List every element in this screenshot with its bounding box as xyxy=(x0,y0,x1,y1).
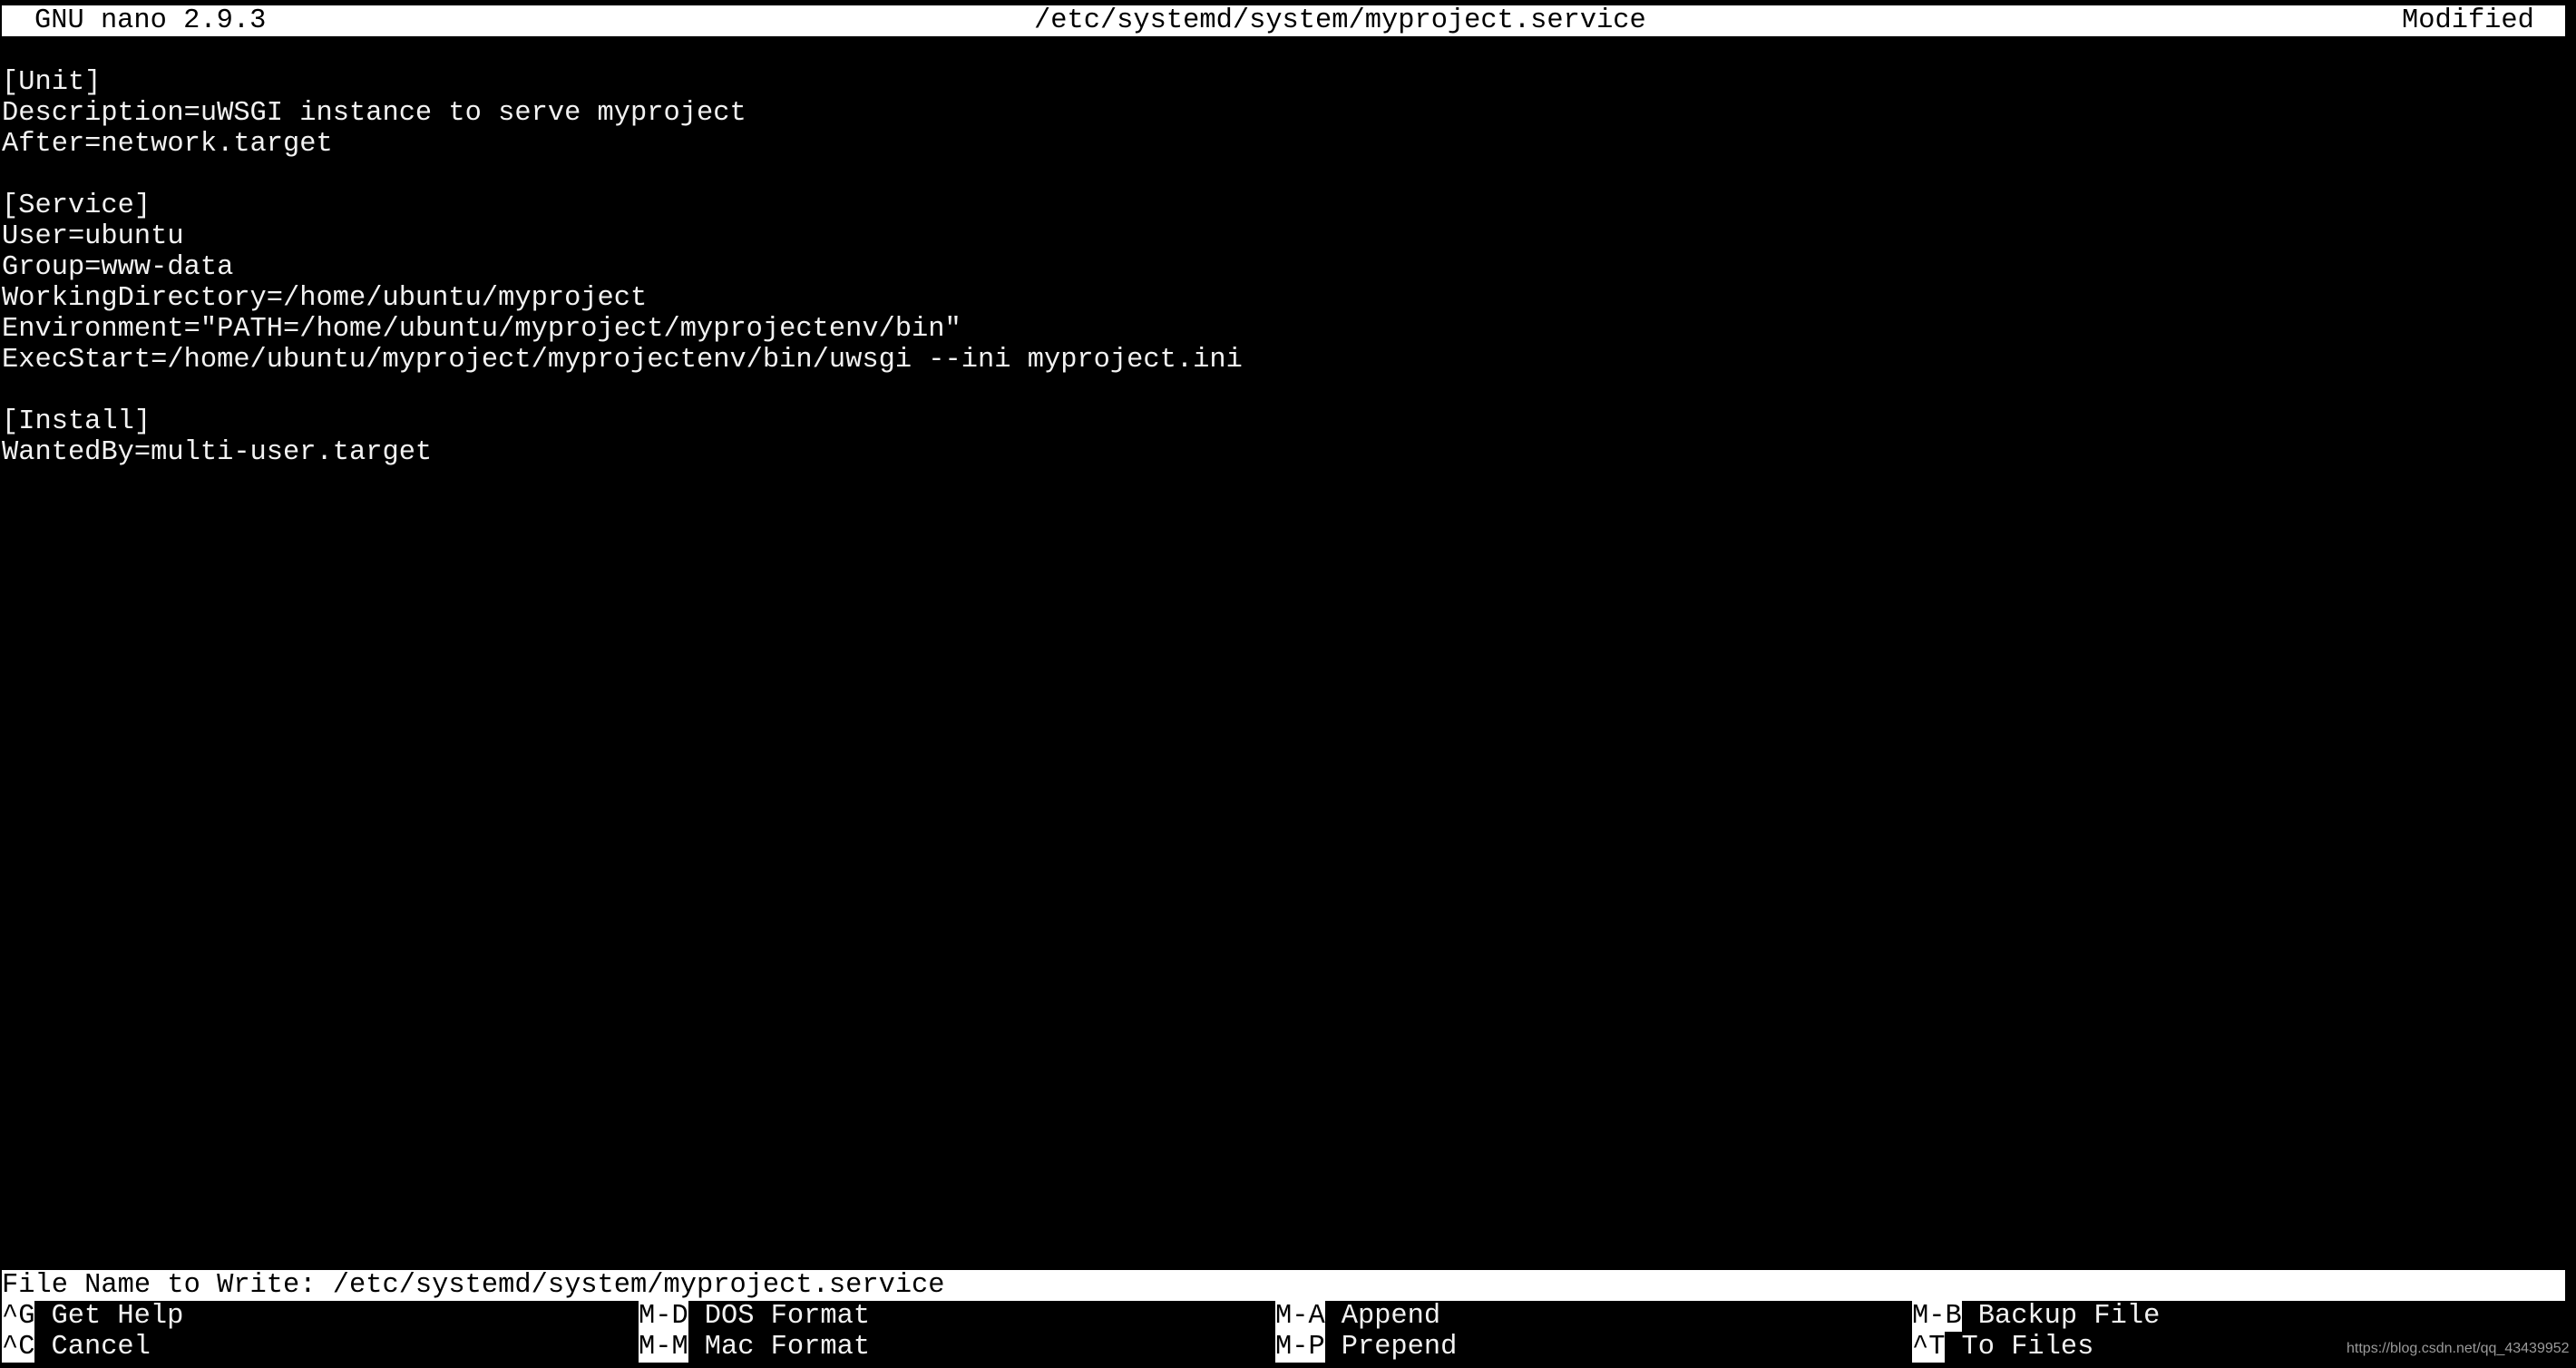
prompt-label: File Name to Write: xyxy=(2,1270,333,1301)
shortcut-backup-file[interactable]: M-B Backup File xyxy=(1912,1301,2160,1332)
editor-line[interactable]: [Unit] xyxy=(0,67,2576,98)
editor-line[interactable]: WantedBy=multi-user.target xyxy=(0,437,2576,468)
shortcut-label: Mac Format xyxy=(704,1332,871,1363)
editor-line[interactable]: WorkingDirectory=/home/ubuntu/myproject xyxy=(0,283,2576,314)
shortcut-label: DOS Format xyxy=(704,1301,871,1332)
watermark: https://blog.csdn.net/qq_43439952 xyxy=(2347,1341,2570,1356)
shortcut-prepend[interactable]: M-P Prepend xyxy=(1275,1332,1457,1363)
filename-prompt[interactable]: File Name to Write: /etc/systemd/system/… xyxy=(2,1270,2565,1301)
editor-line[interactable]: [Install] xyxy=(0,406,2576,437)
modified-indicator: Modified xyxy=(2402,5,2534,36)
file-path: /etc/systemd/system/myproject.service xyxy=(1034,5,1646,36)
shortcut-label: To Files xyxy=(1961,1332,2094,1363)
shortcut-key: ^G xyxy=(2,1301,35,1332)
shortcut-row: ^G Get Help M-D DOS Format M-A Append M-B Ba… xyxy=(0,1301,2576,1332)
shortcut-label: Prepend xyxy=(1341,1332,1458,1363)
shortcut-to-files[interactable]: ^T To Files xyxy=(1912,1332,2093,1363)
editor-line[interactable] xyxy=(0,160,2576,191)
editor-line[interactable]: ExecStart=/home/ubuntu/myproject/myproje… xyxy=(0,345,2576,376)
shortcut-dos-format[interactable]: M-D DOS Format xyxy=(639,1301,870,1332)
shortcut-label: Append xyxy=(1341,1301,1441,1332)
shortcut-key: ^C xyxy=(2,1332,35,1363)
shortcut-get-help[interactable]: ^G Get Help xyxy=(2,1301,183,1332)
editor-line[interactable] xyxy=(0,376,2576,406)
shortcut-key: M-P xyxy=(1275,1332,1325,1363)
shortcut-key: M-M xyxy=(639,1332,688,1363)
filename-input[interactable]: /etc/systemd/system/myproject.service xyxy=(333,1270,945,1301)
editor-line[interactable]: Group=www-data xyxy=(0,252,2576,283)
app-version: GNU nano 2.9.3 xyxy=(34,5,267,36)
editor-line[interactable]: After=network.target xyxy=(0,129,2576,160)
shortcut-key: M-B xyxy=(1912,1301,1962,1332)
editor-line[interactable]: Environment="PATH=/home/ubuntu/myproject… xyxy=(0,314,2576,345)
shortcut-label: Cancel xyxy=(51,1332,151,1363)
editor-line[interactable]: User=ubuntu xyxy=(0,221,2576,252)
shortcut-row: ^C Cancel M-M Mac Format M-P Prepend ^T To F… xyxy=(0,1332,2576,1363)
shortcut-label: Backup File xyxy=(1977,1301,2161,1332)
shortcut-key: M-D xyxy=(639,1301,688,1332)
editor-line[interactable]: [Service] xyxy=(0,191,2576,221)
title-bar: GNU nano 2.9.3 /etc/systemd/system/mypro… xyxy=(2,5,2565,36)
shortcut-bar: ^G Get Help M-D DOS Format M-A Append M-B Ba… xyxy=(0,1301,2576,1363)
editor-line[interactable]: Description=uWSGI instance to serve mypr… xyxy=(0,98,2576,129)
shortcut-cancel[interactable]: ^C Cancel xyxy=(2,1332,151,1363)
shortcut-key: ^T xyxy=(1912,1332,1946,1363)
editor-buffer[interactable]: [Unit] Description=uWSGI instance to ser… xyxy=(0,67,2576,468)
shortcut-label: Get Help xyxy=(51,1301,184,1332)
shortcut-mac-format[interactable]: M-M Mac Format xyxy=(639,1332,870,1363)
shortcut-append[interactable]: M-A Append xyxy=(1275,1301,1440,1332)
shortcut-key: M-A xyxy=(1275,1301,1325,1332)
